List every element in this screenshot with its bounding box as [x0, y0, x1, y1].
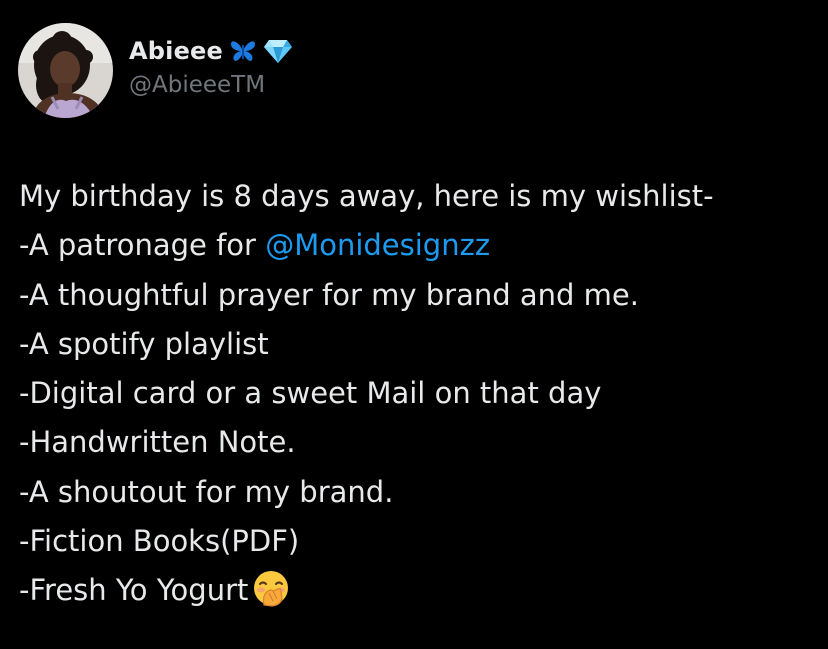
tweet-line: -A patronage for @Monidesignzz: [19, 221, 819, 270]
user-info: Abieee @AbieeeTM: [129, 34, 293, 98]
user-handle[interactable]: @AbieeeTM: [129, 72, 293, 98]
tweet-line: -A thoughtful prayer for my brand and me…: [19, 277, 639, 312]
hand-over-mouth-face-icon: [252, 569, 290, 607]
tweet-text: My birthday is 8 days away, here is my w…: [19, 172, 819, 616]
mention-link[interactable]: @Monidesignzz: [265, 228, 490, 262]
name-row: Abieee: [129, 34, 293, 68]
blue-butterfly-icon: [229, 39, 257, 63]
display-name[interactable]: Abieee: [129, 37, 223, 65]
tweet-line: -A spotify playlist: [19, 326, 269, 361]
tweet-line: -Digital card or a sweet Mail on that da…: [19, 376, 602, 411]
tweet-header: Abieee @AbieeeTM: [18, 23, 293, 118]
gem-stone-icon: [263, 38, 293, 64]
avatar[interactable]: [18, 23, 113, 118]
tweet-line: -A shoutout for my brand.: [19, 474, 394, 509]
tweet-line-text: -A patronage for: [19, 228, 266, 263]
tweet-line: My birthday is 8 days away, here is my w…: [19, 179, 714, 213]
tweet-line: -Handwritten Note.: [19, 425, 296, 460]
tweet-line: -Fresh Yo Yogurt: [19, 566, 819, 615]
tweet-line-text: -Fresh Yo Yogurt: [19, 573, 249, 608]
tweet-line: -Fiction Books(PDF): [19, 524, 300, 559]
